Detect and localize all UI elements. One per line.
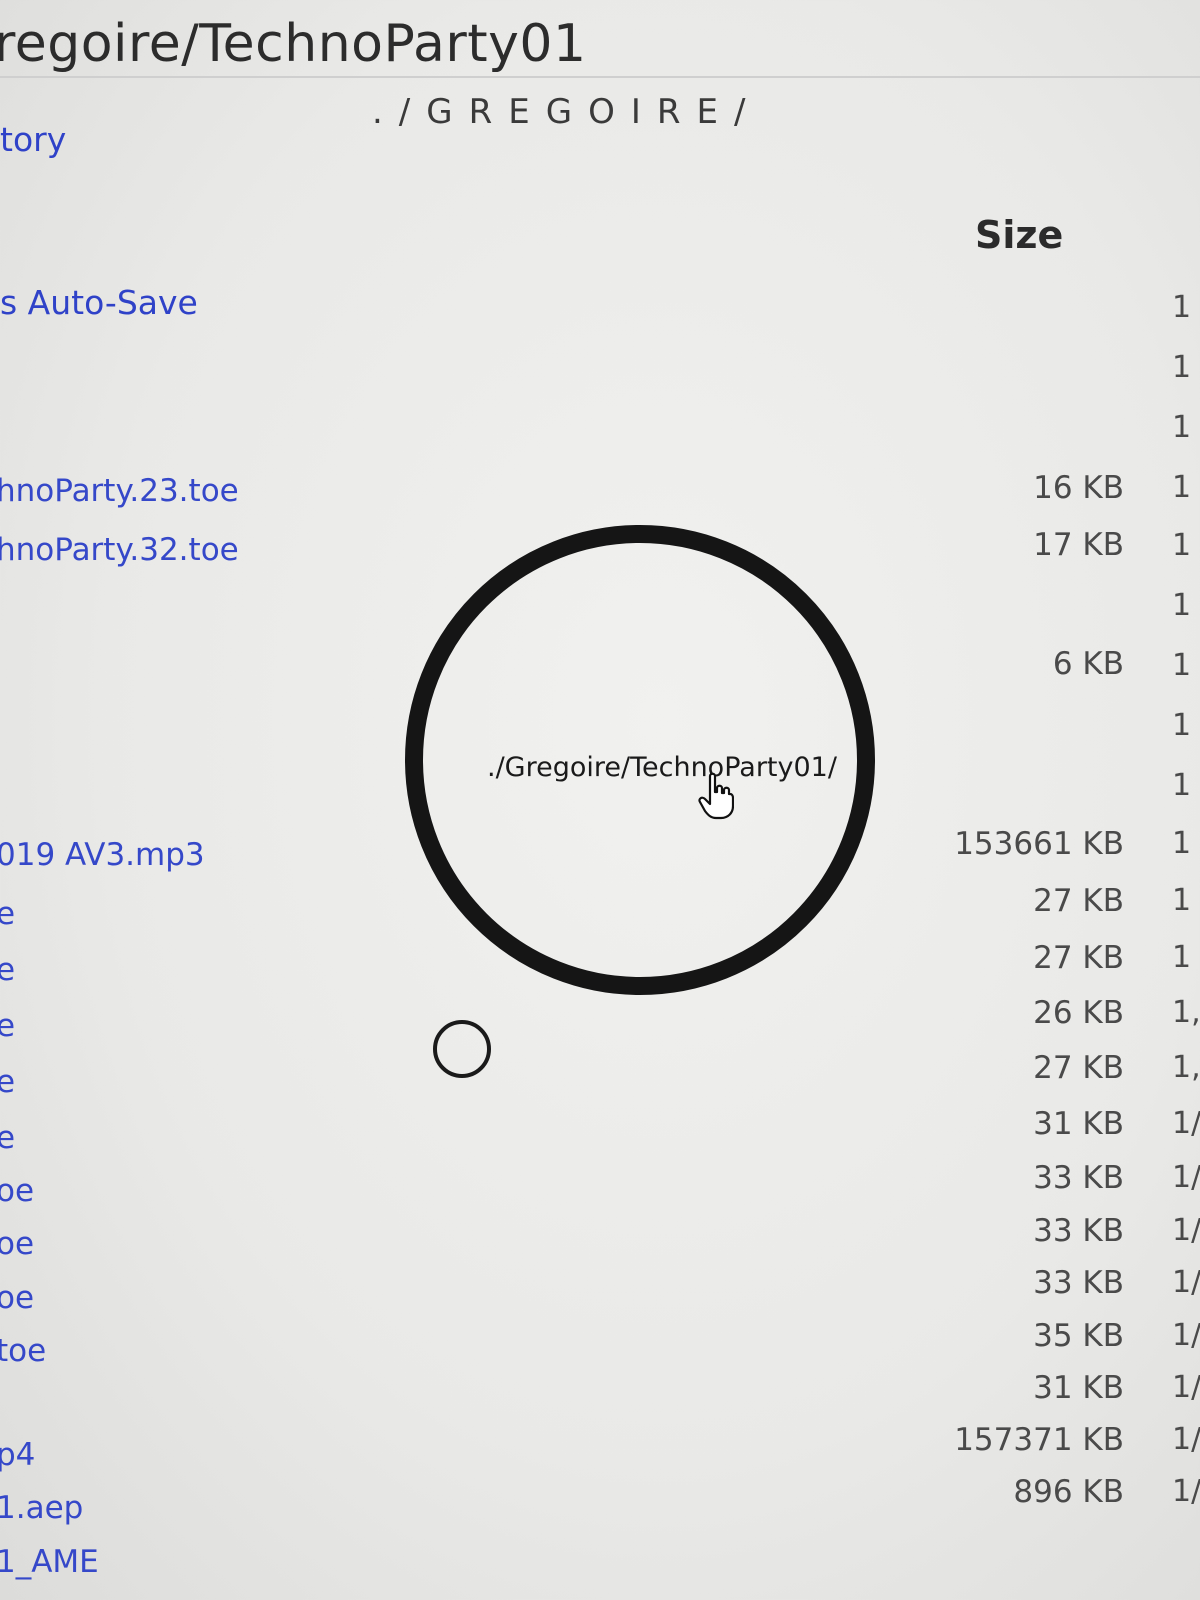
- file-size: 31 KB: [1033, 1106, 1124, 1142]
- date-cell: 1: [1172, 708, 1192, 743]
- small-circle-icon: [433, 1020, 491, 1078]
- size-column-header[interactable]: Size: [975, 213, 1063, 257]
- file-size: 17 KB: [1033, 527, 1124, 563]
- file-name-link[interactable]: e: [0, 1120, 15, 1156]
- date-cell: 1/: [1172, 1160, 1200, 1195]
- file-name-link[interactable]: e: [0, 1008, 15, 1044]
- file-size: 35 KB: [1033, 1318, 1124, 1354]
- date-cell: 1: [1172, 350, 1192, 385]
- file-name-link[interactable]: oe: [0, 1280, 34, 1316]
- file-size: 27 KB: [1033, 883, 1124, 919]
- file-size: 896 KB: [1013, 1474, 1124, 1510]
- file-name-link[interactable]: 019 AV3.mp3: [0, 837, 205, 873]
- file-size: 33 KB: [1033, 1213, 1124, 1249]
- date-cell: 1: [1172, 588, 1192, 623]
- header-title: regoire/TechnoParty01: [0, 14, 587, 74]
- file-size: 33 KB: [1033, 1265, 1124, 1301]
- file-size: 6 KB: [1052, 646, 1124, 682]
- date-cell: 1: [1172, 290, 1192, 325]
- file-name-link[interactable]: hnoParty.23.toe: [0, 473, 239, 509]
- file-size: 26 KB: [1033, 995, 1124, 1031]
- date-cell: 1: [1172, 826, 1192, 861]
- date-cell: 1,: [1172, 1050, 1200, 1085]
- file-name-link[interactable]: e: [0, 1064, 15, 1100]
- date-cell: 1/: [1172, 1474, 1200, 1509]
- file-size: 153661 KB: [954, 826, 1124, 862]
- date-cell: 1/: [1172, 1318, 1200, 1353]
- file-name-link[interactable]: p4: [0, 1437, 35, 1473]
- file-size: 27 KB: [1033, 1050, 1124, 1086]
- sidebar-item-history[interactable]: tory: [0, 120, 66, 159]
- file-name-link[interactable]: oe: [0, 1173, 34, 1209]
- file-name-link[interactable]: 1.aep: [0, 1490, 83, 1526]
- hand-pointer-icon: [698, 772, 734, 820]
- file-name-link[interactable]: toe: [0, 1333, 46, 1369]
- file-name-link[interactable]: oe: [0, 1226, 34, 1262]
- file-size: 157371 KB: [954, 1422, 1124, 1458]
- date-cell: 1: [1172, 883, 1192, 918]
- date-cell: 1/: [1172, 1422, 1200, 1457]
- date-cell: 1: [1172, 940, 1192, 975]
- file-name-link[interactable]: 1_AME: [0, 1544, 99, 1580]
- file-name-link[interactable]: e: [0, 896, 15, 932]
- date-cell: 1/: [1172, 1370, 1200, 1405]
- date-cell: 1: [1172, 410, 1192, 445]
- file-size: 33 KB: [1033, 1160, 1124, 1196]
- date-cell: 1,: [1172, 995, 1200, 1030]
- path-label: ./Gregoire/TechnoParty01/: [487, 752, 837, 783]
- directory-heading: ./GREGOIRE/: [372, 92, 762, 132]
- header-divider: [0, 76, 1200, 78]
- date-cell: 1: [1172, 768, 1192, 803]
- date-cell: 1/: [1172, 1213, 1200, 1248]
- sidebar-item-auto-save[interactable]: s Auto-Save: [0, 283, 198, 322]
- file-size: 31 KB: [1033, 1370, 1124, 1406]
- file-name-link[interactable]: hnoParty.32.toe: [0, 532, 239, 568]
- date-cell: 1/: [1172, 1106, 1200, 1141]
- date-cell: 1: [1172, 648, 1192, 683]
- date-cell: 1/: [1172, 1265, 1200, 1300]
- file-size: 16 KB: [1033, 470, 1124, 506]
- file-size: 27 KB: [1033, 940, 1124, 976]
- date-cell: 1: [1172, 470, 1192, 505]
- file-name-link[interactable]: e: [0, 952, 15, 988]
- date-cell: 1: [1172, 528, 1192, 563]
